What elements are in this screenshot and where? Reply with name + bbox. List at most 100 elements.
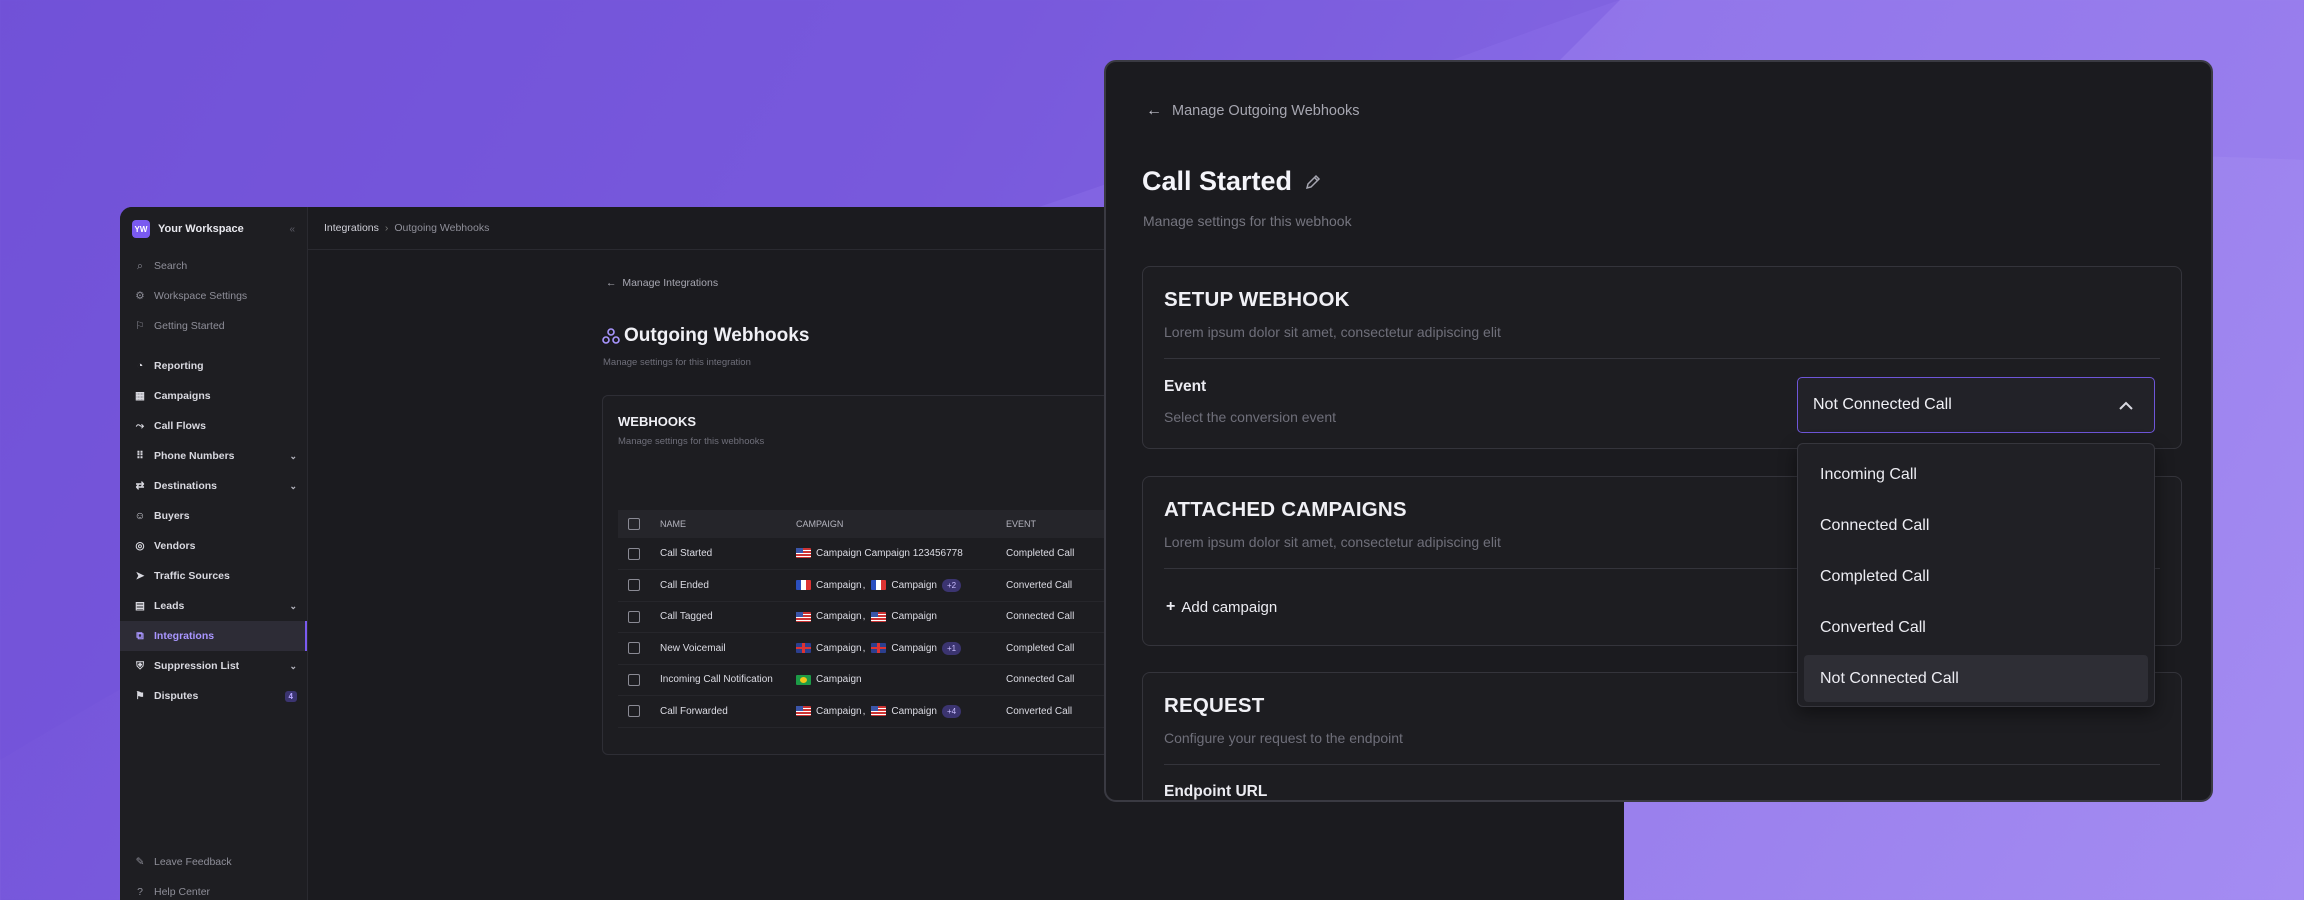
sidebar-item-reporting[interactable]: ◔ Reporting (120, 351, 307, 381)
chart-icon: ◔ (136, 360, 144, 372)
dropdown-option-incoming-call[interactable]: Incoming Call (1804, 451, 2148, 498)
webhook-name: Call Tagged (650, 601, 786, 633)
event-select-value: Not Connected Call (1813, 396, 1952, 413)
campaign-cell: Campaign, Campaign +2 (786, 569, 996, 602)
workspace-switcher[interactable]: YW Your Workspace « (120, 207, 307, 251)
sidebar-item-getting-started[interactable]: ⚐ Getting Started (120, 311, 307, 341)
table-row[interactable]: Call Tagged Campaign, Campaign Connected Ca… (618, 601, 1158, 633)
manage-outgoing-webhooks-link[interactable]: ← Manage Outgoing Webhooks (1146, 102, 1360, 120)
sidebar-item-campaigns[interactable]: ▦ Campaigns (120, 381, 307, 411)
request-title: REQUEST (1164, 694, 1265, 717)
campaign-cell: Campaign (786, 664, 996, 696)
attached-campaigns-subtitle: Lorem ipsum dolor sit amet, consectetur … (1164, 534, 1501, 550)
separator: , (862, 705, 866, 717)
sidebar-item-label: Leave Feedback (154, 856, 232, 868)
sidebar: YW Your Workspace « ⌕ Search ⚙ Workspace Se… (120, 207, 308, 900)
chevron-down-icon: ⌄ (289, 480, 297, 491)
breadcrumb-parent[interactable]: Integrations (324, 222, 379, 234)
sidebar-item-traffic-sources[interactable]: ➤ Traffic Sources (120, 561, 307, 591)
sidebar-item-label: Call Flows (154, 420, 206, 432)
row-checkbox[interactable] (628, 673, 640, 686)
dropdown-option-not-connected-call[interactable]: Not Connected Call (1804, 655, 2148, 702)
chevron-right-icon: › (384, 222, 389, 234)
shield-icon: ⛨ (136, 659, 144, 672)
campaign-name: Campaign (816, 642, 862, 654)
plus-icon: + (1166, 598, 1176, 615)
sidebar-item-label: Workspace Settings (154, 290, 248, 302)
campaign-name: Campaign (816, 674, 862, 686)
campaign-name: Campaign (816, 611, 862, 623)
dropdown-option-completed-call[interactable]: Completed Call (1804, 553, 2148, 600)
edit-pencil-icon[interactable] (1304, 173, 1322, 191)
flag-icon: ⚑ (135, 690, 145, 702)
sidebar-item-suppression-list[interactable]: ⛨ Suppression List ⌄ (120, 651, 307, 681)
row-checkbox[interactable] (628, 642, 640, 655)
campaign-name: Campaign (816, 705, 862, 717)
table-row[interactable]: Incoming Call Notification Campaign Connec… (618, 664, 1158, 696)
setup-webhook-subtitle: Lorem ipsum dolor sit amet, consectetur … (1164, 324, 1501, 340)
flag-uk-icon (796, 643, 811, 654)
users-icon: ☺ (134, 510, 146, 522)
table-row[interactable]: Call Forwarded Campaign, Campaign +4 Convert… (618, 695, 1158, 728)
sidebar-item-search[interactable]: ⌕ Search (120, 251, 307, 281)
sidebar-item-disputes[interactable]: ⚑ Disputes 4 (120, 681, 307, 711)
flag-fr-icon (871, 580, 887, 591)
more-campaigns-badge[interactable]: +4 (941, 704, 962, 718)
more-campaigns-badge[interactable]: +2 (941, 578, 962, 592)
sidebar-item-integrations[interactable]: ⧉ Integrations (120, 621, 307, 651)
webhook-subtitle: Manage settings for this webhook (1143, 213, 1352, 229)
sidebar-item-label: Destinations (154, 480, 218, 492)
rocket-icon: ⚐ (135, 320, 145, 332)
endpoint-url-label: Endpoint URL (1164, 783, 1268, 800)
sidebar-item-workspace-settings[interactable]: ⚙ Workspace Settings (120, 281, 307, 311)
more-campaigns-badge[interactable]: +1 (941, 641, 962, 655)
sidebar-item-destinations[interactable]: ⇄ Destinations ⌄ (120, 471, 307, 501)
dropdown-option-connected-call[interactable]: Connected Call (1804, 502, 2148, 549)
separator: , (862, 579, 866, 591)
row-checkbox[interactable] (628, 610, 640, 623)
sidebar-item-help-center[interactable]: ? Help Center (120, 877, 307, 900)
webhook-name: Call Started (650, 538, 786, 570)
gear-icon: ⚙ (135, 290, 145, 302)
workspace-name: Your Workspace (158, 223, 244, 235)
add-campaign-button[interactable]: + Add campaign (1166, 598, 1277, 616)
sidebar-item-label: Integrations (154, 630, 215, 642)
campaign-name: Campaign (891, 705, 937, 717)
event-select[interactable]: Not Connected Call (1797, 377, 2155, 433)
sidebar-item-leads[interactable]: ▤ Leads ⌄ (120, 591, 307, 621)
sidebar-item-buyers[interactable]: ☺ Buyers (120, 501, 307, 531)
column-header-campaign[interactable]: CAMPAIGN (786, 510, 996, 538)
column-header-name[interactable]: NAME (650, 510, 786, 538)
divider (1164, 764, 2160, 765)
campaign-name: Campaign (891, 579, 937, 591)
select-all-checkbox[interactable] (628, 518, 640, 530)
chevron-down-icon: ⌄ (289, 660, 297, 671)
sidebar-item-phone-numbers[interactable]: ⠿ Phone Numbers ⌄ (120, 441, 307, 471)
page-title: Outgoing Webhooks (602, 325, 809, 347)
table-row[interactable]: Call Started Campaign Campaign 123456778 C… (618, 538, 1158, 570)
chevron-down-icon: ⌄ (289, 600, 297, 611)
leads-icon: ▤ (135, 600, 145, 612)
webhook-title: Call Started (1142, 166, 1322, 197)
breadcrumb: Integrations › Outgoing Webhooks (324, 207, 489, 249)
row-checkbox[interactable] (628, 547, 640, 560)
arrow-left-icon: ← (606, 277, 623, 289)
row-checkbox[interactable] (628, 579, 640, 592)
divider (1164, 358, 2160, 359)
page-subtitle: Manage settings for this integration (603, 357, 751, 368)
table-row[interactable]: New Voicemail Campaign, Campaign +1 Complete… (618, 632, 1158, 665)
table-row[interactable]: Call Ended Campaign, Campaign +2 Converted C… (618, 569, 1158, 602)
sidebar-item-call-flows[interactable]: ⤳ Call Flows (120, 411, 307, 441)
campaign-cell: Campaign, Campaign (786, 601, 996, 633)
breadcrumb-current: Outgoing Webhooks (394, 222, 490, 234)
dropdown-option-converted-call[interactable]: Converted Call (1804, 604, 2148, 651)
sidebar-item-leave-feedback[interactable]: ✎ Leave Feedback (120, 847, 307, 877)
arrow-left-icon: ← (1146, 102, 1162, 119)
campaign-name: Campaign (891, 642, 937, 654)
collapse-sidebar-icon[interactable]: « (289, 224, 295, 235)
row-checkbox[interactable] (628, 705, 640, 718)
integrations-icon: ⧉ (136, 629, 144, 642)
sidebar-item-vendors[interactable]: ◎ Vendors (120, 531, 307, 561)
webhook-name: Call Ended (650, 569, 786, 602)
manage-integrations-link[interactable]: ← Manage Integrations (606, 277, 718, 289)
